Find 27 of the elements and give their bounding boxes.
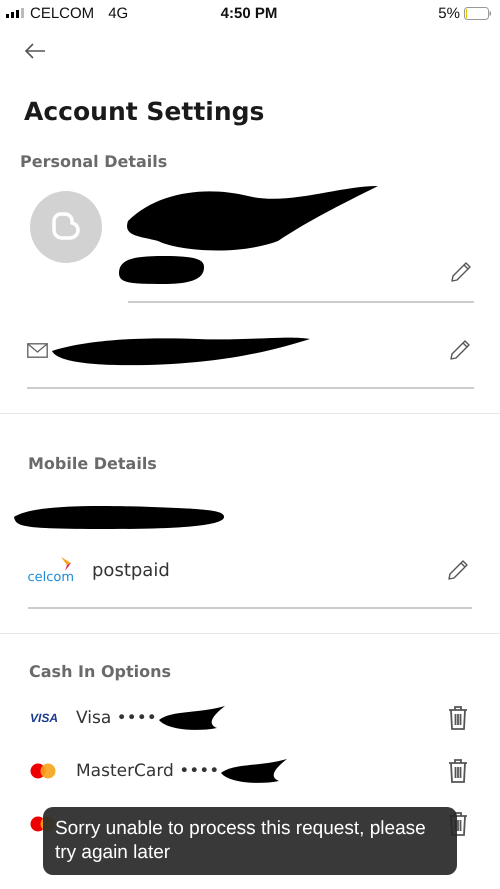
redaction-scribble <box>219 756 290 784</box>
brand-mark-icon <box>60 556 72 570</box>
pencil-icon[interactable] <box>449 339 471 361</box>
section-heading: Mobile Details <box>28 454 158 473</box>
page-title: Account Settings <box>24 96 266 128</box>
pencil-icon[interactable] <box>447 559 469 581</box>
error-toast: Sorry unable to process this request, please try again later <box>43 807 457 875</box>
envelope-icon <box>27 342 48 358</box>
card-brand-logo: VISA <box>30 710 58 724</box>
section-heading: Cash In Options <box>29 662 172 681</box>
carrier-name: CELCOM <box>30 4 94 22</box>
network-type: 4G <box>108 4 128 22</box>
pencil-icon[interactable] <box>450 261 472 283</box>
redaction-scribble <box>156 704 227 732</box>
trash-icon[interactable] <box>448 758 468 783</box>
card-brand-icon <box>30 762 56 778</box>
battery-percent: 5% <box>438 4 460 22</box>
card-label: Visa •••• <box>76 708 157 728</box>
carrier-logo: celcom <box>27 570 74 584</box>
battery-icon <box>464 6 492 20</box>
card-label: MasterCard •••• <box>76 760 220 780</box>
trash-icon[interactable] <box>448 705 468 730</box>
signal-icon <box>6 8 26 18</box>
section-heading: Personal Details <box>20 152 168 171</box>
plan-type: postpaid <box>92 560 170 580</box>
back-arrow-icon[interactable] <box>24 43 46 59</box>
clock-time: 4:50 PM <box>220 4 278 22</box>
